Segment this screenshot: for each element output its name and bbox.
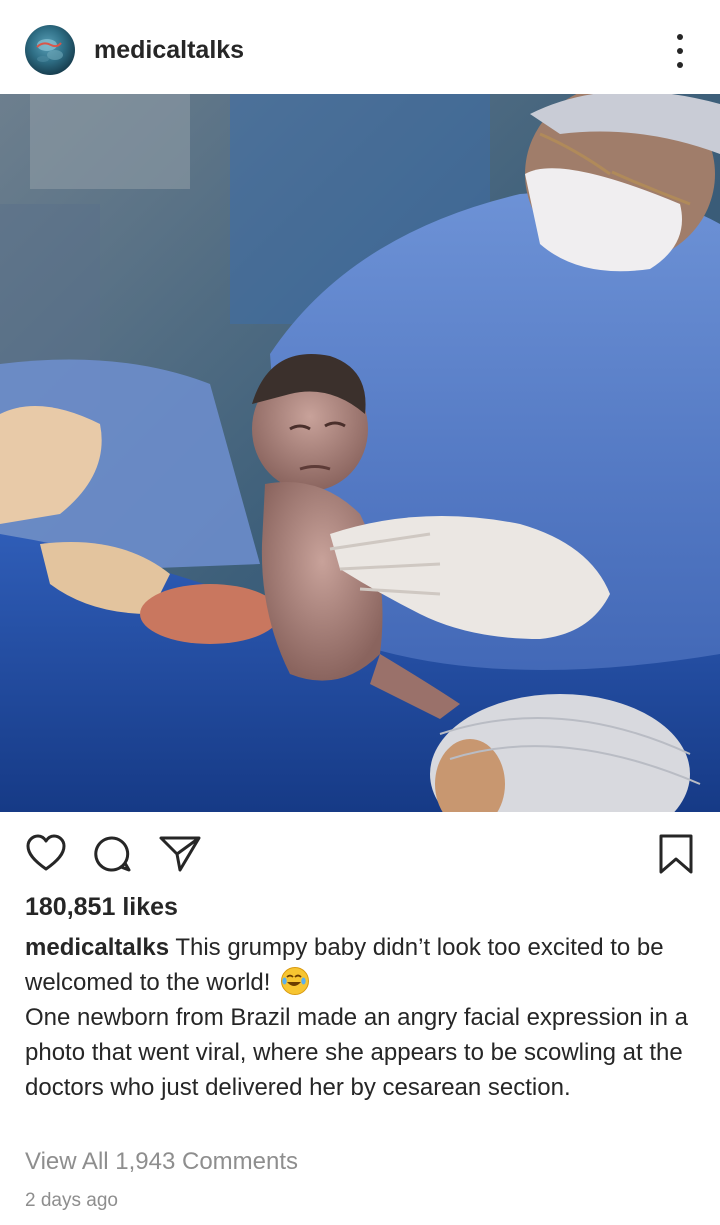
send-icon[interactable]	[158, 833, 202, 873]
caption-username[interactable]: medicaltalks	[25, 934, 169, 961]
post-timestamp: 2 days ago	[25, 1190, 118, 1211]
post-photo[interactable]	[0, 94, 720, 812]
action-bar	[0, 826, 720, 882]
view-all-comments-link[interactable]: View All 1,943 Comments	[25, 1148, 298, 1176]
post-header: medicaltalks	[0, 0, 720, 94]
likes-count[interactable]: 180,851 likes	[25, 893, 178, 922]
caption-text-continued: One newborn from Brazil made an angry fa…	[25, 1004, 688, 1101]
post-caption: medicaltalks This grumpy baby didn’t loo…	[25, 930, 705, 1105]
username[interactable]: medicaltalks	[94, 36, 244, 65]
more-vertical-icon[interactable]	[670, 34, 690, 68]
tears-of-joy-emoji-icon	[281, 967, 310, 995]
comment-icon[interactable]	[92, 834, 132, 874]
avatar[interactable]	[25, 25, 75, 75]
bookmark-icon[interactable]	[658, 833, 694, 875]
globe-icon	[36, 39, 63, 62]
heart-icon[interactable]	[25, 833, 67, 873]
